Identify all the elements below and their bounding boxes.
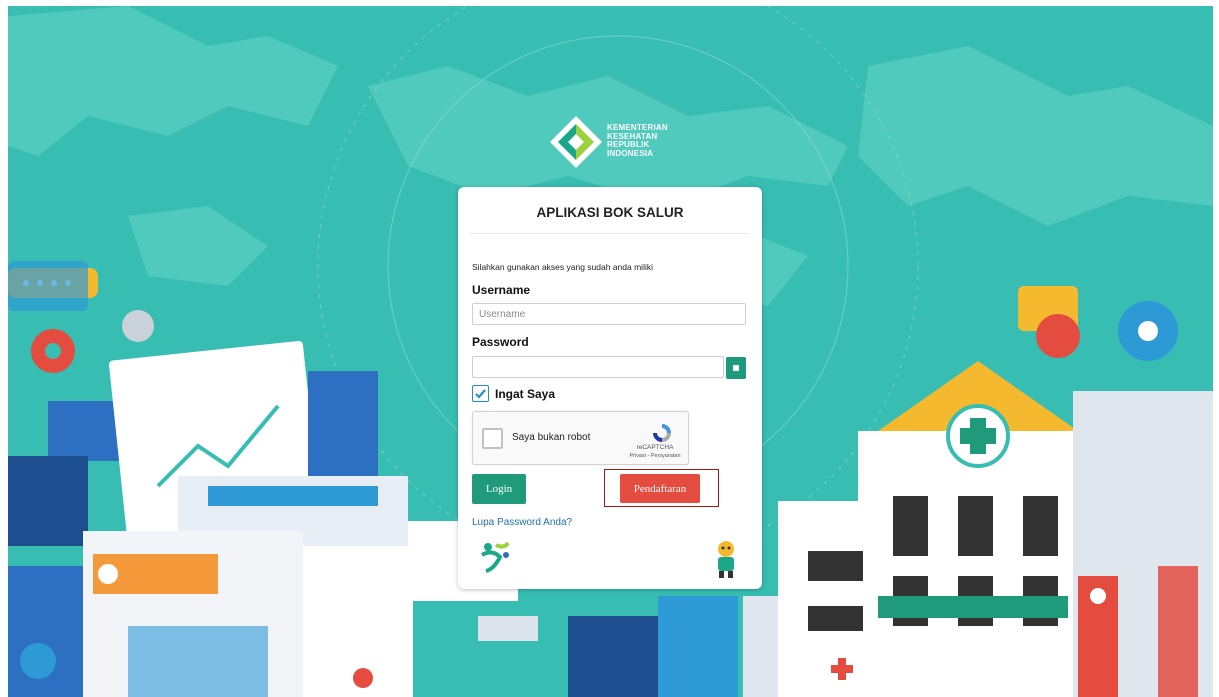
- captcha-checkbox[interactable]: [482, 428, 503, 449]
- kemenkes-logo: KEMENTERIAN KESEHATAN REPUBLIK INDONESIA: [548, 114, 688, 174]
- username-label: Username: [472, 283, 531, 297]
- captcha-links[interactable]: Privasi - Persyaratan: [623, 453, 687, 459]
- password-label: Password: [472, 335, 529, 349]
- germas-icon: [480, 541, 510, 573]
- page-title: APLIKASI BOK SALUR: [536, 205, 684, 220]
- username-input[interactable]: [472, 303, 746, 325]
- login-card: APLIKASI BOK SALUR Silahkan gunakan akse…: [458, 187, 762, 589]
- title-divider: [470, 233, 748, 234]
- mascot-icon: [718, 541, 734, 578]
- forgot-password-link[interactable]: Lupa Password Anda?: [472, 517, 572, 528]
- captcha-label: Saya bukan robot: [512, 432, 591, 443]
- recaptcha-widget: Saya bukan robot reCAPTCHA Privasi - Per…: [472, 411, 689, 465]
- register-button[interactable]: Pendaftaran: [620, 474, 700, 503]
- captcha-brand: reCAPTCHA: [636, 444, 674, 451]
- password-input[interactable]: [472, 356, 724, 378]
- recaptcha-icon: [653, 424, 671, 442]
- login-button[interactable]: Login: [472, 474, 526, 504]
- show-password-button[interactable]: [726, 357, 746, 379]
- checkbox-check-icon: [475, 389, 486, 399]
- remember-label: Ingat Saya: [495, 387, 556, 401]
- eye-toggle-icon: [733, 365, 739, 371]
- logo-line-4: INDONESIA: [607, 148, 654, 158]
- intro-text: Silahkan gunakan akses yang sudah anda m…: [472, 262, 653, 272]
- remember-checkbox[interactable]: [472, 385, 489, 402]
- kemenkes-logo-icon: [550, 116, 602, 168]
